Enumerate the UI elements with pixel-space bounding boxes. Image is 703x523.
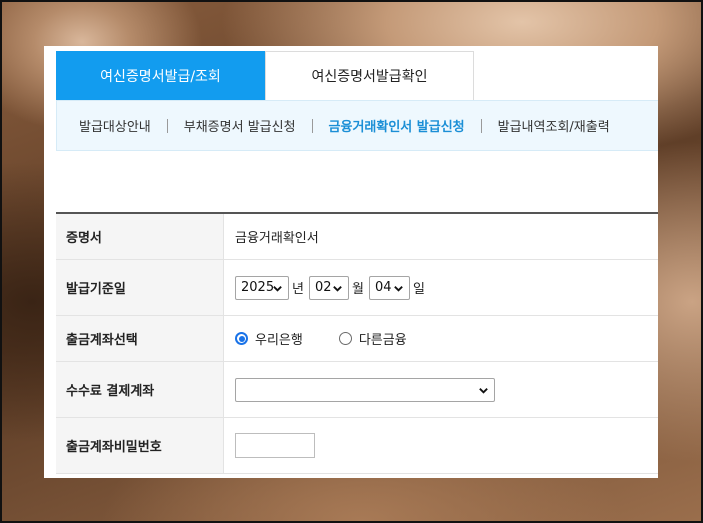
certificate-value: 금융거래확인서 xyxy=(235,231,319,246)
radio-woori-bank[interactable]: 우리은행 xyxy=(235,329,303,348)
day-select[interactable]: 04 xyxy=(368,275,410,300)
chevron-down-icon xyxy=(394,285,403,292)
subnav-item-debt-certificate[interactable]: 부채증명서 발급신청 xyxy=(184,116,296,135)
fee-account-select[interactable] xyxy=(235,377,495,402)
month-unit: 월 xyxy=(351,282,364,297)
top-tabs: 여신증명서발급/조회 여신증명서발급확인 xyxy=(56,51,474,100)
year-unit: 년 xyxy=(292,282,304,297)
form-row-certificate: 증명서 금융거래확인서 xyxy=(56,214,658,260)
year-value: 2025 xyxy=(241,280,275,295)
form-row-issue-date: 발급기준일 2025 년 02 월 04 일 xyxy=(56,260,658,316)
subnav-item-financial-transaction[interactable]: 금융거래확인서 발급신청 xyxy=(329,116,465,135)
subnav-divider xyxy=(480,118,482,133)
subnav-divider xyxy=(311,118,313,133)
fee-account-value xyxy=(224,362,658,417)
day-value: 04 xyxy=(374,280,392,295)
month-value: 02 xyxy=(314,280,332,295)
form-row-fee-account: 수수료 결제계좌 xyxy=(56,362,658,418)
radio-other-financial[interactable]: 다른금융 xyxy=(338,329,407,348)
form-row-account-select: 출금계좌선택 우리은행 다른금융 xyxy=(56,316,658,362)
sub-navigation: 발급대상안내 부채증명서 발급신청 금융거래확인서 발급신청 발급내역조회/재출… xyxy=(56,100,658,151)
chevron-down-icon xyxy=(479,387,488,394)
certificate-form: 증명서 금융거래확인서 발급기준일 2025 년 02 월 04 일 출금계좌선… xyxy=(56,212,658,474)
content-panel: 여신증명서발급/조회 여신증명서발급확인 발급대상안내 부채증명서 발급신청 금… xyxy=(44,46,658,478)
tab-issue-inquiry[interactable]: 여신증명서발급/조회 xyxy=(56,51,265,100)
account-select-label: 출금계좌선택 xyxy=(56,316,224,361)
radio-other-financial-label: 다른금융 xyxy=(358,333,407,348)
year-select[interactable]: 2025 xyxy=(235,275,289,300)
chevron-down-icon xyxy=(333,285,342,292)
subnav-item-eligibility[interactable]: 발급대상안내 xyxy=(79,116,151,135)
tab-issue-confirm[interactable]: 여신증명서발급확인 xyxy=(265,51,474,100)
password-value xyxy=(224,418,658,473)
issue-date-value: 2025 년 02 월 04 일 xyxy=(224,260,658,315)
password-label: 출금계좌비밀번호 xyxy=(56,418,224,473)
chevron-down-icon xyxy=(273,285,282,292)
fee-account-label: 수수료 결제계좌 xyxy=(56,362,224,417)
radio-unchecked-icon xyxy=(338,332,352,345)
day-unit: 일 xyxy=(412,282,425,297)
month-select[interactable]: 02 xyxy=(308,275,349,300)
issue-date-label: 발급기준일 xyxy=(56,260,224,315)
radio-checked-icon xyxy=(235,332,248,345)
account-select-value: 우리은행 다른금융 xyxy=(224,316,658,361)
subnav-item-history-reprint[interactable]: 발급내역조회/재출력 xyxy=(498,116,610,135)
subnav-divider xyxy=(166,118,168,133)
form-row-password: 출금계좌비밀번호 xyxy=(56,418,658,474)
password-input[interactable] xyxy=(235,433,315,458)
radio-woori-bank-label: 우리은행 xyxy=(255,333,303,348)
certificate-label: 증명서 xyxy=(56,214,224,259)
